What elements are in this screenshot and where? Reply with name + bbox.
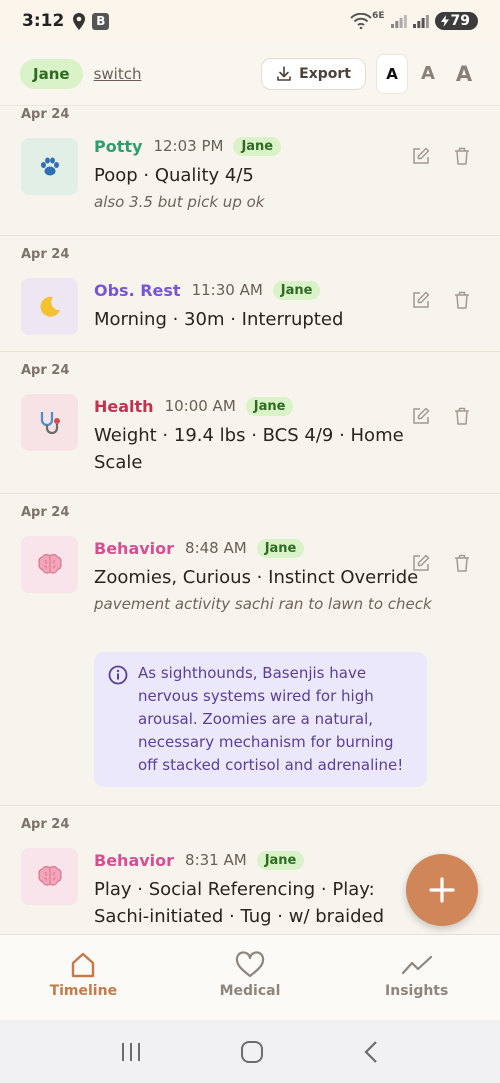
entry-time: 12:03 PM xyxy=(153,137,224,155)
callout-text: As sighthounds, Basenjis have nervous sy… xyxy=(138,664,404,774)
entry-category: Behavior xyxy=(94,538,175,558)
entry-note: also 3.5 but pick up ok xyxy=(94,193,265,211)
entry-category: Obs. Rest xyxy=(94,280,181,300)
entry-author-chip: Jane xyxy=(256,538,305,558)
wifi-icon xyxy=(350,13,372,29)
export-label: Export xyxy=(299,65,351,82)
nav-label: Insights xyxy=(385,983,449,999)
heart-icon xyxy=(235,951,265,978)
entry-date: Apr 24 xyxy=(21,363,70,378)
entry-author-chip: Jane xyxy=(233,136,282,156)
paw-icon xyxy=(21,138,78,195)
entry-detail: Poop · Quality 4/5 xyxy=(94,165,254,186)
plus-icon xyxy=(429,877,455,903)
entry-author-chip: Jane xyxy=(272,280,321,300)
timeline-entry[interactable]: Apr 24 Potty 12:03 PM Jane Poop · Qualit… xyxy=(0,106,500,236)
timeline-entry[interactable]: Apr 24 Behavior 8:48 AM Jane Zoomies, Cu… xyxy=(0,494,500,806)
entry-author-chip: Jane xyxy=(256,850,305,870)
entry-author-chip: Jane xyxy=(245,396,294,416)
font-size-selector: A A A xyxy=(376,53,480,94)
font-size-large[interactable]: A xyxy=(448,54,480,94)
back-icon[interactable] xyxy=(361,1040,381,1064)
entry-detail: Weight · 19.4 lbs · BCS 4/9 · Home Scale xyxy=(94,425,404,473)
network-label: 6E xyxy=(372,11,385,21)
entry-category: Potty xyxy=(94,136,143,156)
delete-icon[interactable] xyxy=(454,291,470,309)
add-entry-button[interactable] xyxy=(406,854,478,926)
breed-insight-callout: As sighthounds, Basenjis have nervous sy… xyxy=(94,652,427,787)
entry-detail: Play · Social Referencing · Play: Sachi-… xyxy=(94,879,385,927)
current-user-chip[interactable]: Jane xyxy=(20,58,83,89)
nav-timeline[interactable]: Timeline xyxy=(0,935,167,1020)
entry-time: 10:00 AM xyxy=(164,397,236,415)
edit-icon[interactable] xyxy=(412,291,430,309)
delete-icon[interactable] xyxy=(454,407,470,425)
home-button-icon[interactable] xyxy=(240,1040,264,1064)
b-app-icon: B xyxy=(92,12,110,30)
entry-date: Apr 24 xyxy=(21,505,70,520)
nav-medical[interactable]: Medical xyxy=(167,935,334,1020)
battery-indicator: 79 xyxy=(434,12,478,30)
app-header: Jane switch Export A A A xyxy=(0,42,500,106)
nav-label: Timeline xyxy=(49,983,118,999)
delete-icon[interactable] xyxy=(454,147,470,165)
timeline-entry[interactable]: Apr 24 Obs. Rest 11:30 AM Jane Morning ·… xyxy=(0,236,500,352)
stethoscope-icon xyxy=(21,394,78,451)
home-icon xyxy=(72,952,95,978)
delete-icon[interactable] xyxy=(454,554,470,572)
entry-category: Behavior xyxy=(94,850,175,870)
nav-insights[interactable]: Insights xyxy=(333,935,500,1020)
download-icon xyxy=(277,65,291,81)
entry-date: Apr 24 xyxy=(21,107,70,122)
brain-icon xyxy=(21,536,78,593)
entry-category: Health xyxy=(94,396,154,416)
recents-icon[interactable] xyxy=(119,1041,143,1063)
entry-time: 8:31 AM xyxy=(185,851,247,869)
edit-icon[interactable] xyxy=(412,407,430,425)
status-bar: 3:12 B 6E 79 xyxy=(0,0,500,42)
font-size-medium[interactable]: A xyxy=(412,54,444,94)
entry-time: 8:48 AM xyxy=(185,539,247,557)
location-icon xyxy=(73,12,86,30)
timeline-list: Apr 24 Potty 12:03 PM Jane Poop · Qualit… xyxy=(0,106,500,934)
moon-icon xyxy=(21,278,78,335)
edit-icon[interactable] xyxy=(412,554,430,572)
system-navigation-bar xyxy=(0,1020,500,1083)
brain-icon xyxy=(21,848,78,905)
trend-icon xyxy=(401,955,432,975)
info-icon xyxy=(108,665,128,685)
bottom-navigation: Timeline Medical Insights xyxy=(0,934,500,1020)
battery-level: 79 xyxy=(450,13,470,29)
font-size-small[interactable]: A xyxy=(376,53,408,94)
entry-detail: Morning · 30m · Interrupted xyxy=(94,309,344,330)
status-time: 3:12 xyxy=(22,11,65,31)
entry-detail: Zoomies, Curious · Instinct Override xyxy=(94,567,419,588)
signal-icon xyxy=(390,15,407,28)
timeline-entry[interactable]: Apr 24 Health 10:00 AM Jane Weight · 19.… xyxy=(0,352,500,494)
entry-time: 11:30 AM xyxy=(191,281,263,299)
entry-date: Apr 24 xyxy=(21,817,70,832)
signal-icon-2 xyxy=(412,15,429,28)
entry-note: pavement activity sachi ran to lawn to c… xyxy=(94,595,432,613)
edit-icon[interactable] xyxy=(412,147,430,165)
export-button[interactable]: Export xyxy=(261,57,366,90)
charging-icon xyxy=(440,15,449,27)
nav-label: Medical xyxy=(219,983,281,999)
switch-user-link[interactable]: switch xyxy=(94,65,142,83)
entry-date: Apr 24 xyxy=(21,247,70,262)
